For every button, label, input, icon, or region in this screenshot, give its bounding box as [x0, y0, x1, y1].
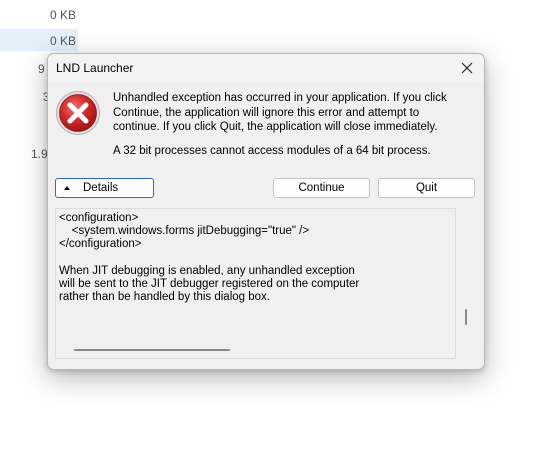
file-size: 0 KB [50, 34, 77, 48]
details-text: <configuration> <system.windows.forms ji… [59, 212, 360, 304]
horizontal-scrollbar[interactable] [74, 349, 230, 351]
details-label: Details [83, 182, 119, 194]
close-button[interactable] [450, 54, 484, 82]
error-icon [56, 91, 100, 135]
details-textbox[interactable]: <configuration> <system.windows.forms ji… [55, 208, 456, 359]
details-button[interactable]: Details [55, 178, 154, 198]
vertical-scrollbar[interactable] [465, 309, 467, 325]
file-size: 0 KB [50, 8, 77, 22]
quit-button[interactable]: Quit [378, 178, 475, 198]
file-size: 9 [38, 62, 45, 76]
dialog-title: LND Launcher [56, 61, 134, 75]
close-icon [461, 62, 473, 74]
exception-dialog: LND Launcher Unhandled exception has occ… [47, 53, 485, 370]
continue-button[interactable]: Continue [273, 178, 370, 198]
file-size: 1.9 [31, 147, 48, 161]
error-detail: A 32 bit processes cannot access modules… [113, 145, 431, 157]
exception-message: Unhandled exception has occurred in your… [113, 92, 447, 133]
title-bar[interactable]: LND Launcher [48, 54, 484, 82]
collapse-arrow-icon [64, 185, 70, 190]
